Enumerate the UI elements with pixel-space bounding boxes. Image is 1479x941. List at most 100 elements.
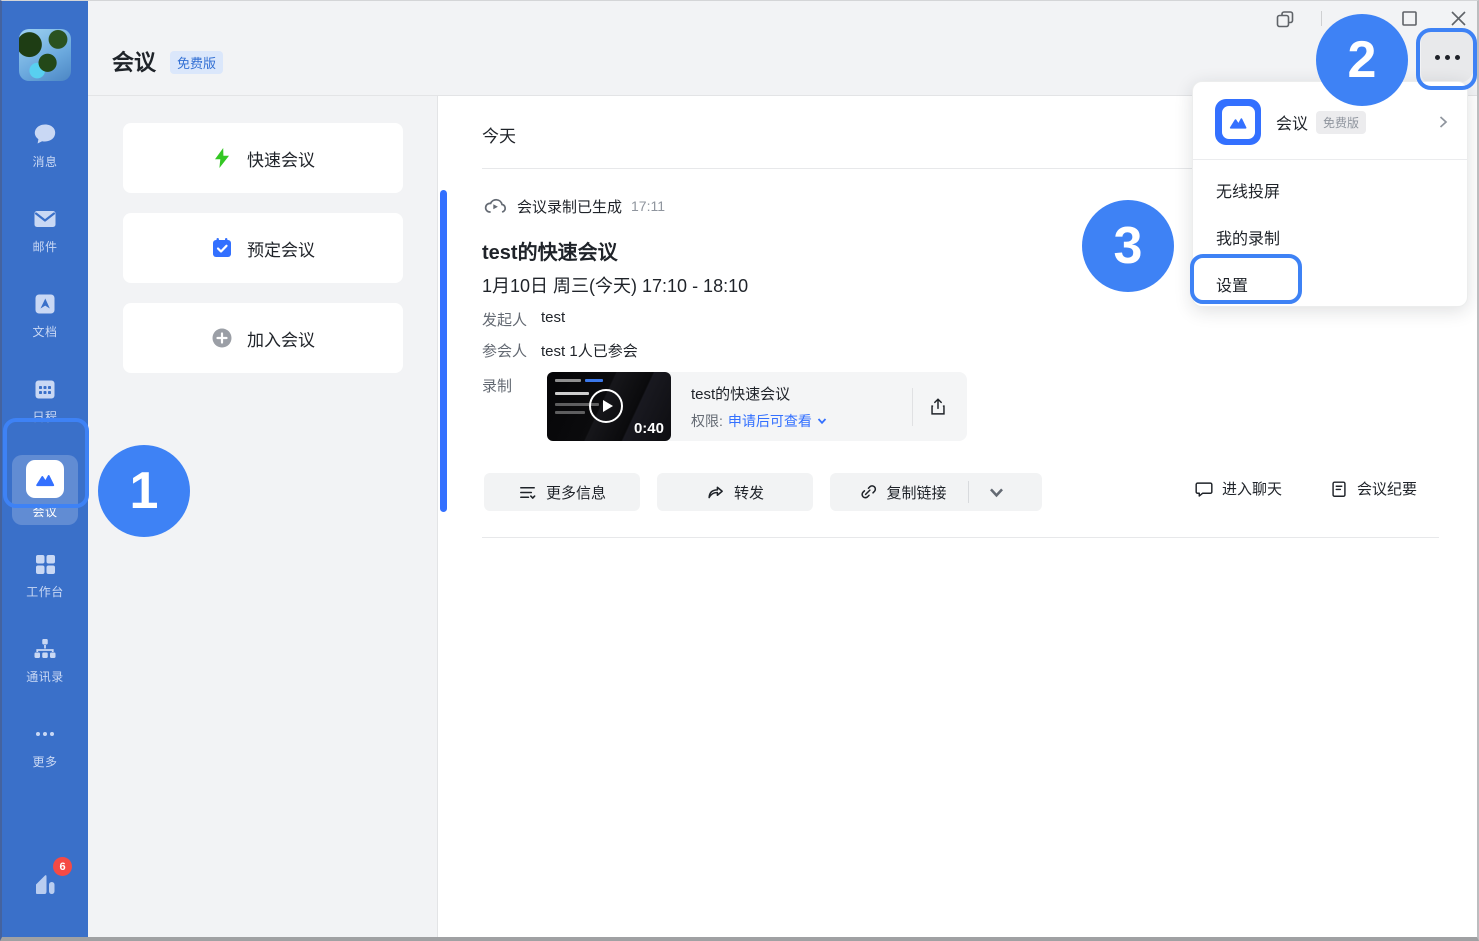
chevron-down-icon (987, 483, 1006, 502)
chevron-down-icon (816, 415, 828, 427)
play-icon[interactable] (589, 389, 623, 423)
permission-value: 申请后可查看 (728, 411, 812, 431)
participants-row: 参会人 test 1人已参会 (482, 340, 638, 361)
menu-app-name: 会议 (1276, 110, 1308, 134)
recording-info: test的快速会议 权限: 申请后可查看 (671, 383, 912, 431)
envelope-icon (31, 205, 59, 233)
ellipsis-icon (31, 720, 59, 748)
grid-icon (31, 550, 59, 578)
user-avatar[interactable] (19, 29, 71, 81)
maximize-icon (1400, 9, 1419, 28)
sidebar-item-label: 会议 (32, 503, 57, 520)
button-label: 加入会议 (247, 326, 315, 351)
recording-title: test的快速会议 (691, 383, 912, 404)
sidebar-item-announcement[interactable]: 6 (28, 866, 62, 905)
share-recording-button[interactable] (927, 396, 967, 418)
chat-bubble-icon (31, 120, 59, 148)
button-label: 复制链接 (886, 482, 946, 503)
organizer-label: 发起人 (482, 309, 527, 330)
meeting-minutes-button[interactable]: 会议纪要 (1329, 478, 1417, 499)
pop-out-icon (1273, 7, 1297, 31)
sidebar-item-docs[interactable]: 文档 (12, 285, 78, 345)
sidebar-item-meetings[interactable]: 会议 (12, 455, 78, 525)
sidebar-item-label: 消息 (32, 153, 57, 170)
meeting-datetime: 1月10日 周三(今天) 17:10 - 18:10 (482, 272, 748, 298)
titlebar-divider (1321, 11, 1322, 26)
sidebar-nav: 消息 邮件 文档 日程 会议 工作台 (2, 115, 88, 800)
button-label: 转发 (734, 482, 764, 503)
recording-card: 0:40 test的快速会议 权限: 申请后可查看 (547, 372, 967, 441)
meeting-icon (26, 460, 64, 498)
close-button[interactable] (1448, 8, 1469, 29)
meeting-title: test的快速会议 (482, 236, 618, 265)
join-meeting-button[interactable]: 加入会议 (123, 303, 403, 373)
chat-outline-icon (1194, 479, 1214, 499)
minutes-doc-icon (1329, 479, 1349, 499)
sidebar-item-label: 邮件 (32, 238, 57, 255)
more-options-menu: 会议 免费版 无线投屏 我的录制 设置 (1192, 81, 1468, 307)
selected-item-indicator (440, 190, 447, 512)
recording-label: 录制 (482, 375, 512, 396)
sidebar-item-more[interactable]: 更多 (12, 715, 78, 775)
document-icon (31, 290, 59, 318)
sidebar-item-label: 日程 (32, 408, 57, 425)
pop-out-window-button[interactable] (1273, 7, 1297, 31)
lightning-icon (210, 146, 234, 170)
calendar-icon (31, 375, 59, 403)
notification-badge: 6 (53, 857, 72, 876)
recording-status-row: 会议录制已生成 17:11 (482, 193, 665, 219)
sidebar-item-messages[interactable]: 消息 (12, 115, 78, 175)
cloud-recording-icon (482, 193, 508, 219)
recording-status-text: 会议录制已生成 (517, 196, 622, 217)
organizer-value: test (541, 309, 565, 330)
sidebar-item-calendar[interactable]: 日程 (12, 370, 78, 430)
maximize-button[interactable] (1400, 9, 1419, 28)
free-plan-badge: 免费版 (170, 51, 223, 74)
calendar-check-icon (210, 236, 234, 260)
org-tree-icon (31, 635, 59, 663)
enter-chat-button[interactable]: 进入聊天 (1194, 478, 1282, 499)
copy-link-dropdown-button[interactable] (980, 483, 1014, 502)
button-label: 更多信息 (546, 482, 606, 503)
divider (968, 481, 969, 503)
sidebar-item-label: 工作台 (26, 583, 64, 600)
sidebar-item-mail[interactable]: 邮件 (12, 200, 78, 260)
organizer-row: 发起人 test (482, 309, 565, 330)
more-options-button[interactable] (1421, 32, 1474, 83)
divider (482, 537, 1439, 538)
app-sidebar: 消息 邮件 文档 日程 会议 工作台 (2, 1, 88, 937)
participants-label: 参会人 (482, 340, 527, 361)
forward-arrow-icon (706, 483, 725, 502)
recording-row-label: 录制 (482, 375, 512, 396)
menu-item-wireless-projection[interactable]: 无线投屏 (1193, 166, 1467, 213)
menu-item-my-recordings[interactable]: 我的录制 (1193, 213, 1467, 260)
menu-item-settings[interactable]: 设置 (1193, 260, 1467, 307)
sidebar-item-contacts[interactable]: 通讯录 (12, 630, 78, 690)
schedule-meeting-button[interactable]: 预定会议 (123, 213, 403, 283)
step2-badge: 2 (1316, 14, 1408, 106)
forward-button[interactable]: 转发 (657, 473, 813, 511)
permission-selector[interactable]: 申请后可查看 (728, 411, 828, 431)
button-label: 快速会议 (247, 146, 315, 171)
copy-link-button[interactable]: 复制链接 (830, 473, 1042, 511)
button-label: 预定会议 (247, 236, 315, 261)
date-group-header: 今天 (482, 122, 516, 147)
plus-circle-icon (210, 326, 234, 350)
button-label: 进入聊天 (1222, 478, 1282, 499)
list-icon (518, 483, 537, 502)
recording-thumbnail[interactable]: 0:40 (547, 372, 671, 441)
app-window: 消息 邮件 文档 日程 会议 工作台 (0, 0, 1479, 941)
recording-duration: 0:40 (634, 420, 664, 437)
quick-meeting-button[interactable]: 快速会议 (123, 123, 403, 193)
menu-free-badge: 免费版 (1316, 111, 1366, 134)
share-icon (927, 396, 949, 418)
button-label: 会议纪要 (1357, 478, 1417, 499)
meeting-app-icon (1215, 99, 1261, 145)
close-icon (1448, 8, 1469, 29)
more-info-button[interactable]: 更多信息 (484, 473, 640, 511)
permission-label: 权限: (691, 411, 723, 431)
divider (912, 388, 913, 426)
divider (1193, 159, 1467, 160)
sidebar-item-workbench[interactable]: 工作台 (12, 545, 78, 605)
participants-value: test 1人已参会 (541, 340, 638, 361)
